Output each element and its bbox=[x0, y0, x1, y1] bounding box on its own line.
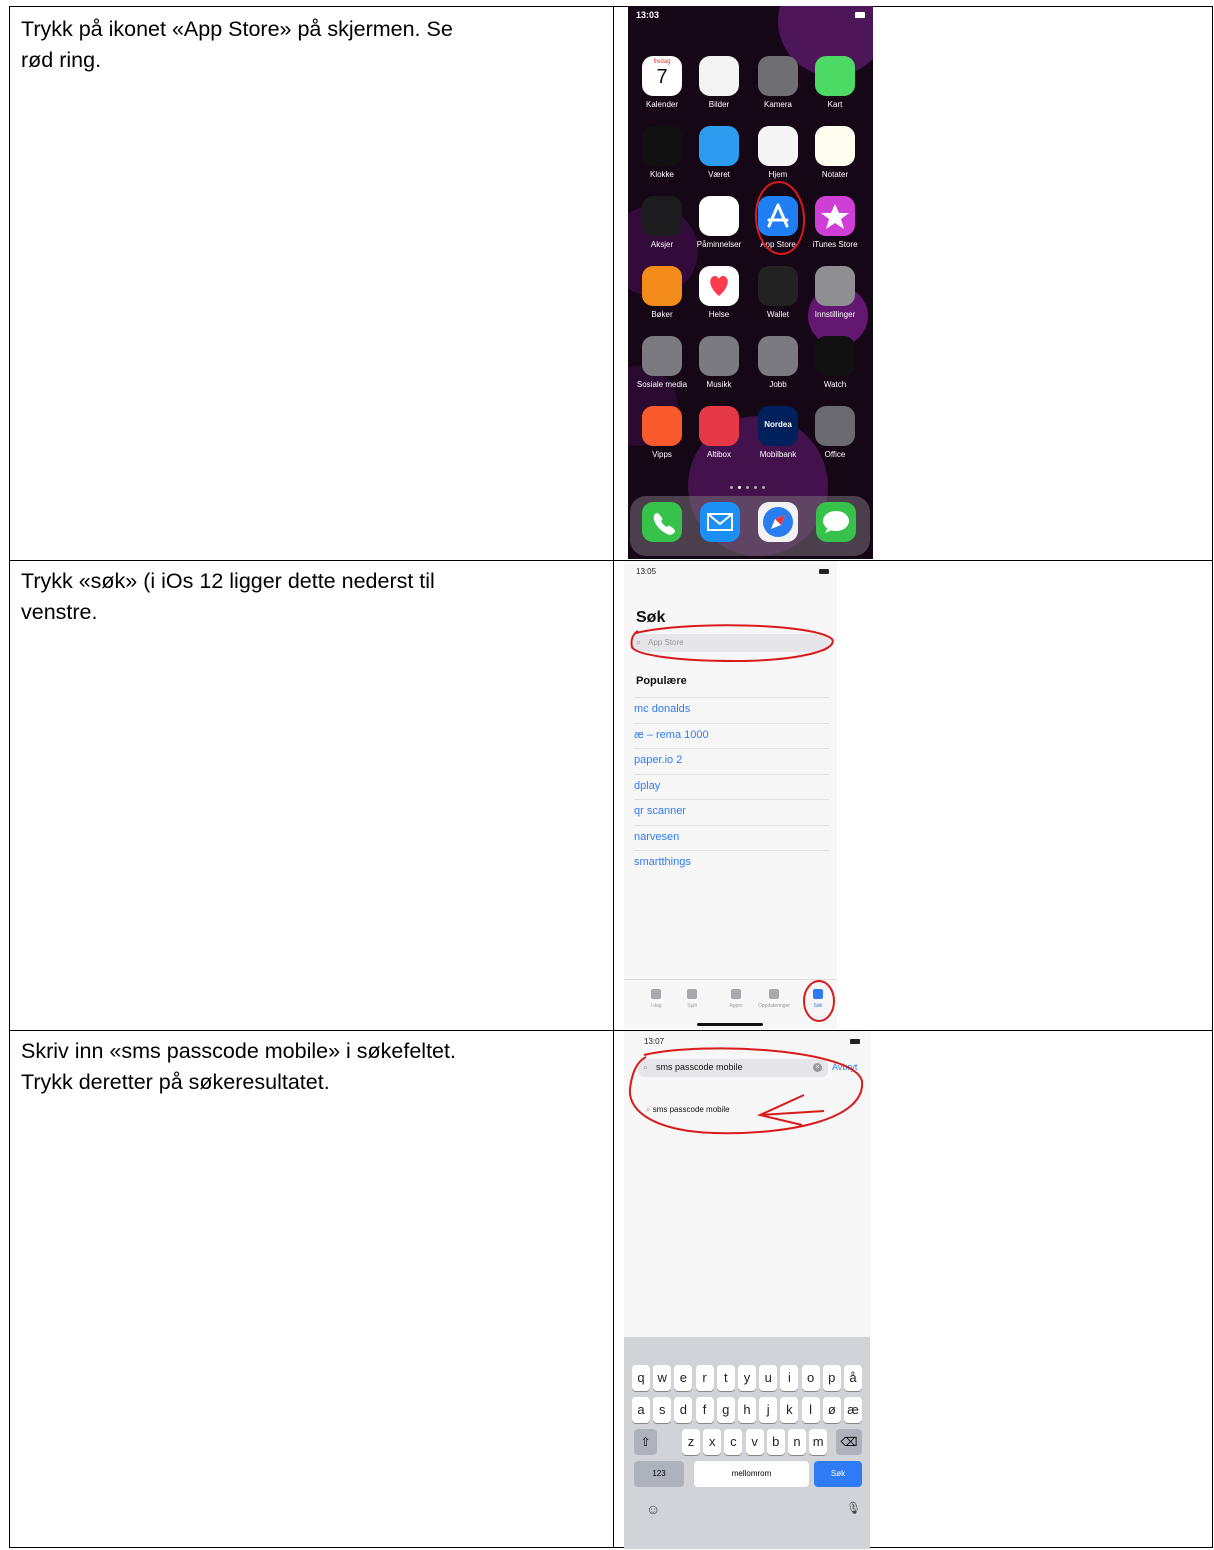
step-1-instruction: Trykk på ikonet «App Store» på skjermen.… bbox=[21, 14, 591, 76]
page-indicator bbox=[726, 484, 776, 490]
key-s[interactable]: s bbox=[653, 1397, 672, 1423]
key-n[interactable]: n bbox=[788, 1429, 806, 1455]
red-annotation bbox=[630, 624, 835, 1022]
key-y[interactable]: y bbox=[738, 1365, 756, 1391]
instruction-line: Trykk deretter på søkeresultatet. bbox=[21, 1070, 330, 1094]
key-a[interactable]: a bbox=[632, 1397, 650, 1423]
instruction-line: Skriv inn «sms passcode mobile» i søkefe… bbox=[21, 1039, 456, 1063]
key-x[interactable]: x bbox=[703, 1429, 722, 1455]
key-p[interactable]: p bbox=[822, 1365, 841, 1391]
numbers-key[interactable]: 123 bbox=[634, 1461, 684, 1487]
key-i[interactable]: i bbox=[780, 1365, 799, 1391]
key-q[interactable]: q bbox=[632, 1365, 650, 1391]
step-3-instruction: Skriv inn «sms passcode mobile» i søkefe… bbox=[21, 1036, 591, 1098]
key-t[interactable]: t bbox=[716, 1365, 735, 1391]
key-k[interactable]: k bbox=[780, 1397, 799, 1423]
key-o[interactable]: o bbox=[801, 1365, 820, 1391]
key-å[interactable]: å bbox=[844, 1365, 862, 1391]
key-j[interactable]: j bbox=[759, 1397, 778, 1423]
messages-app-icon[interactable] bbox=[816, 502, 856, 542]
mail-app-icon[interactable] bbox=[700, 502, 740, 542]
space-key[interactable]: mellomrom bbox=[694, 1461, 809, 1487]
key-w[interactable]: w bbox=[653, 1365, 672, 1391]
instruction-line: rød ring. bbox=[21, 48, 102, 72]
row-divider bbox=[9, 560, 1213, 561]
key-æ[interactable]: æ bbox=[844, 1397, 862, 1423]
backspace-key[interactable]: ⌫ bbox=[836, 1429, 862, 1455]
key-d[interactable]: d bbox=[674, 1397, 693, 1423]
instruction-table bbox=[9, 6, 1213, 1548]
shift-key[interactable]: ⇧ bbox=[634, 1429, 657, 1455]
key-g[interactable]: g bbox=[716, 1397, 735, 1423]
column-divider bbox=[613, 6, 614, 1548]
key-f[interactable]: f bbox=[695, 1397, 714, 1423]
key-e[interactable]: e bbox=[674, 1365, 693, 1391]
key-b[interactable]: b bbox=[766, 1429, 785, 1455]
safari-app-icon[interactable] bbox=[758, 502, 798, 542]
instruction-line: Trykk «søk» (i iOs 12 ligger dette neder… bbox=[21, 569, 435, 593]
typing-screen-screenshot: 13:07 ⌕ sms passcode mobile × Avbryt ⌕ s… bbox=[624, 1031, 870, 1549]
key-ø[interactable]: ø bbox=[822, 1397, 841, 1423]
key-h[interactable]: h bbox=[738, 1397, 756, 1423]
red-annotation-circle bbox=[754, 181, 806, 255]
key-m[interactable]: m bbox=[809, 1429, 828, 1455]
home-screen-screenshot: 13:03 fredag 7 Kalender Bilder Kamera Kart Klo… bbox=[628, 6, 873, 559]
row-divider bbox=[9, 1030, 1213, 1031]
key-v[interactable]: v bbox=[745, 1429, 764, 1455]
instruction-line: venstre. bbox=[21, 600, 98, 624]
key-z[interactable]: z bbox=[682, 1429, 700, 1455]
step-2-instruction: Trykk «søk» (i iOs 12 ligger dette neder… bbox=[21, 566, 591, 628]
key-l[interactable]: l bbox=[801, 1397, 820, 1423]
microphone-icon[interactable]: 🎙 bbox=[846, 1501, 861, 1515]
instruction-line: Trykk på ikonet «App Store» på skjermen.… bbox=[21, 17, 453, 41]
emoji-icon[interactable]: ☺ bbox=[646, 1501, 660, 1517]
key-c[interactable]: c bbox=[724, 1429, 743, 1455]
search-screen-screenshot: 13:05 Søk ⌕ App Store Populære mc donald… bbox=[624, 561, 837, 1029]
key-r[interactable]: r bbox=[695, 1365, 714, 1391]
key-u[interactable]: u bbox=[759, 1365, 778, 1391]
phone-app-icon[interactable] bbox=[642, 502, 682, 542]
search-key[interactable]: Søk bbox=[814, 1461, 862, 1487]
